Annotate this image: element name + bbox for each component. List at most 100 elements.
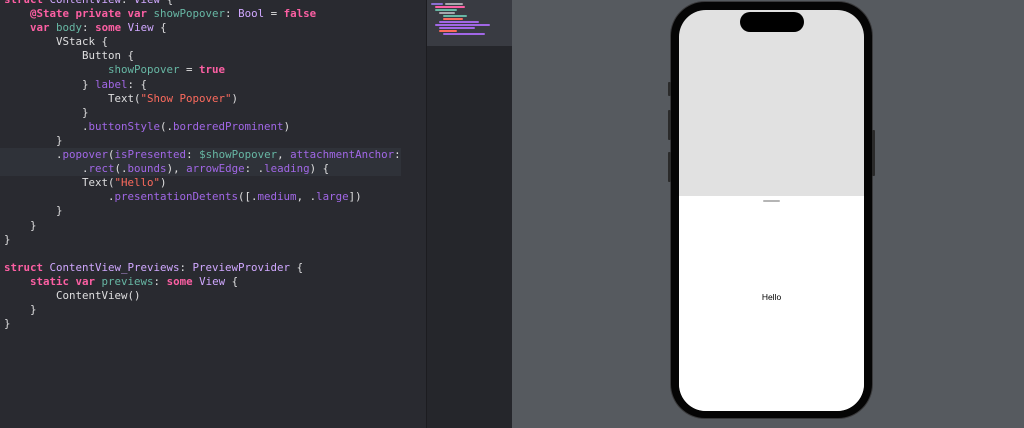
- code-line[interactable]: .popover(isPresented: $showPopover, atta…: [0, 148, 401, 163]
- side-button: [872, 130, 875, 176]
- code-line[interactable]: } label: {: [0, 78, 401, 92]
- code-token: ),: [166, 162, 187, 176]
- code-token: : .: [244, 162, 265, 176]
- action-button: [668, 82, 671, 96]
- code-token: some: [166, 274, 200, 288]
- code-token: struct: [4, 260, 50, 274]
- code-token: Text(: [4, 91, 141, 105]
- minimap[interactable]: [426, 0, 513, 428]
- code-line[interactable]: .rect(.bounds), arrowEdge: .leading) {: [0, 162, 401, 177]
- code-token: ): [160, 176, 167, 190]
- code-line[interactable]: var body: some View {: [0, 21, 401, 35]
- code-line[interactable]: static var previews: some View {: [0, 275, 401, 289]
- code-line[interactable]: }: [0, 106, 401, 120]
- code-token: :: [225, 7, 239, 21]
- code-token: popover: [62, 148, 109, 162]
- code-token: showPopover: [153, 7, 226, 21]
- code-token: {: [225, 274, 239, 288]
- code-line[interactable]: .presentationDetents([.medium, .large]): [0, 190, 401, 204]
- code-token: :: [153, 274, 167, 288]
- code-token: :: [186, 148, 200, 162]
- code-line[interactable]: @State private var showPopover: Bool = f…: [0, 7, 401, 21]
- code-token: Bool: [238, 7, 265, 21]
- code-token: (.: [114, 162, 128, 176]
- code-token: {: [153, 21, 167, 35]
- code-line[interactable]: Text("Show Popover"): [0, 92, 401, 106]
- code-token: var: [30, 21, 57, 35]
- code-token: true: [199, 63, 226, 77]
- code-line[interactable]: struct ContentView: View {: [0, 0, 401, 7]
- code-token: }: [4, 232, 11, 246]
- code-token: "Hello": [114, 176, 161, 190]
- code-token: presentationDetents: [114, 190, 239, 204]
- code-line[interactable]: }: [0, 204, 401, 218]
- code-token: , .: [296, 190, 317, 204]
- code-token: View: [199, 274, 226, 288]
- code-token: PreviewProvider: [192, 260, 291, 274]
- code-line[interactable]: }: [0, 317, 401, 331]
- code-token: :: [82, 21, 96, 35]
- code-token: label: [95, 77, 128, 91]
- code-token: }: [4, 317, 11, 331]
- code-line[interactable]: .buttonStyle(.borderedProminent): [0, 120, 401, 134]
- code-token: {: [160, 0, 174, 6]
- code-token: : {: [127, 77, 148, 91]
- code-token: ): [283, 119, 291, 133]
- code-line[interactable]: }: [0, 134, 401, 148]
- code-editor[interactable]: struct ContentView: View { @State privat…: [0, 0, 426, 428]
- dynamic-island: [740, 12, 804, 32]
- code-token: :: [121, 0, 134, 6]
- code-token: Text(: [4, 176, 115, 190]
- code-token: }: [4, 77, 96, 91]
- code-token: (.: [160, 119, 174, 133]
- code-token: ) {: [309, 162, 330, 176]
- code-line[interactable]: }: [0, 303, 401, 317]
- code-token: Button {: [4, 49, 135, 63]
- code-line[interactable]: VStack {: [0, 35, 401, 49]
- code-token: ContentView: [50, 0, 122, 6]
- code-token: .: [4, 119, 89, 133]
- hello-text: Hello: [761, 292, 782, 302]
- code-token: ContentView_Previews: [49, 260, 180, 274]
- code-token: ContentView(): [4, 288, 141, 302]
- code-token: {: [290, 260, 304, 274]
- code-token: ,: [277, 148, 291, 162]
- code-token: .: [4, 190, 115, 204]
- code-line[interactable]: ContentView(): [0, 289, 401, 303]
- code-token: static var: [30, 274, 102, 288]
- code-line[interactable]: Button {: [0, 49, 401, 63]
- code-token: }: [4, 218, 37, 232]
- code-token: .: [4, 162, 89, 176]
- code-token: $showPopover: [199, 148, 278, 162]
- code-token: false: [283, 7, 317, 21]
- code-token: leading: [264, 162, 310, 176]
- code-token: attachmentAnchor: [290, 148, 395, 162]
- code-token: }: [4, 204, 63, 218]
- code-token: "Show Popover": [140, 91, 232, 105]
- code-line[interactable]: Text("Hello"): [0, 176, 401, 190]
- code-token: borderedProminent: [173, 119, 284, 133]
- code-token: View: [134, 0, 160, 6]
- code-line[interactable]: }: [0, 233, 401, 247]
- code-token: body: [56, 21, 83, 35]
- code-line[interactable]: struct ContentView_Previews: PreviewProv…: [0, 261, 401, 275]
- code-token: @State private var: [30, 7, 154, 21]
- volume-up-button: [668, 110, 671, 140]
- code-line[interactable]: showPopover = true: [0, 63, 401, 77]
- source-code[interactable]: struct ContentView: View { @State privat…: [0, 0, 401, 331]
- code-token: =: [179, 63, 200, 77]
- code-token: .: [4, 148, 63, 162]
- device-screen[interactable]: Hello: [679, 10, 864, 411]
- sheet-grabber[interactable]: [763, 200, 780, 202]
- volume-down-button: [668, 152, 671, 182]
- code-token: }: [4, 303, 37, 317]
- code-token: }: [4, 105, 89, 119]
- code-token: medium: [257, 190, 297, 204]
- code-token: large: [316, 190, 349, 204]
- code-token: :: [394, 148, 401, 162]
- code-line[interactable]: }: [0, 219, 401, 233]
- popover-sheet[interactable]: Hello: [679, 196, 864, 411]
- code-line[interactable]: [0, 247, 401, 261]
